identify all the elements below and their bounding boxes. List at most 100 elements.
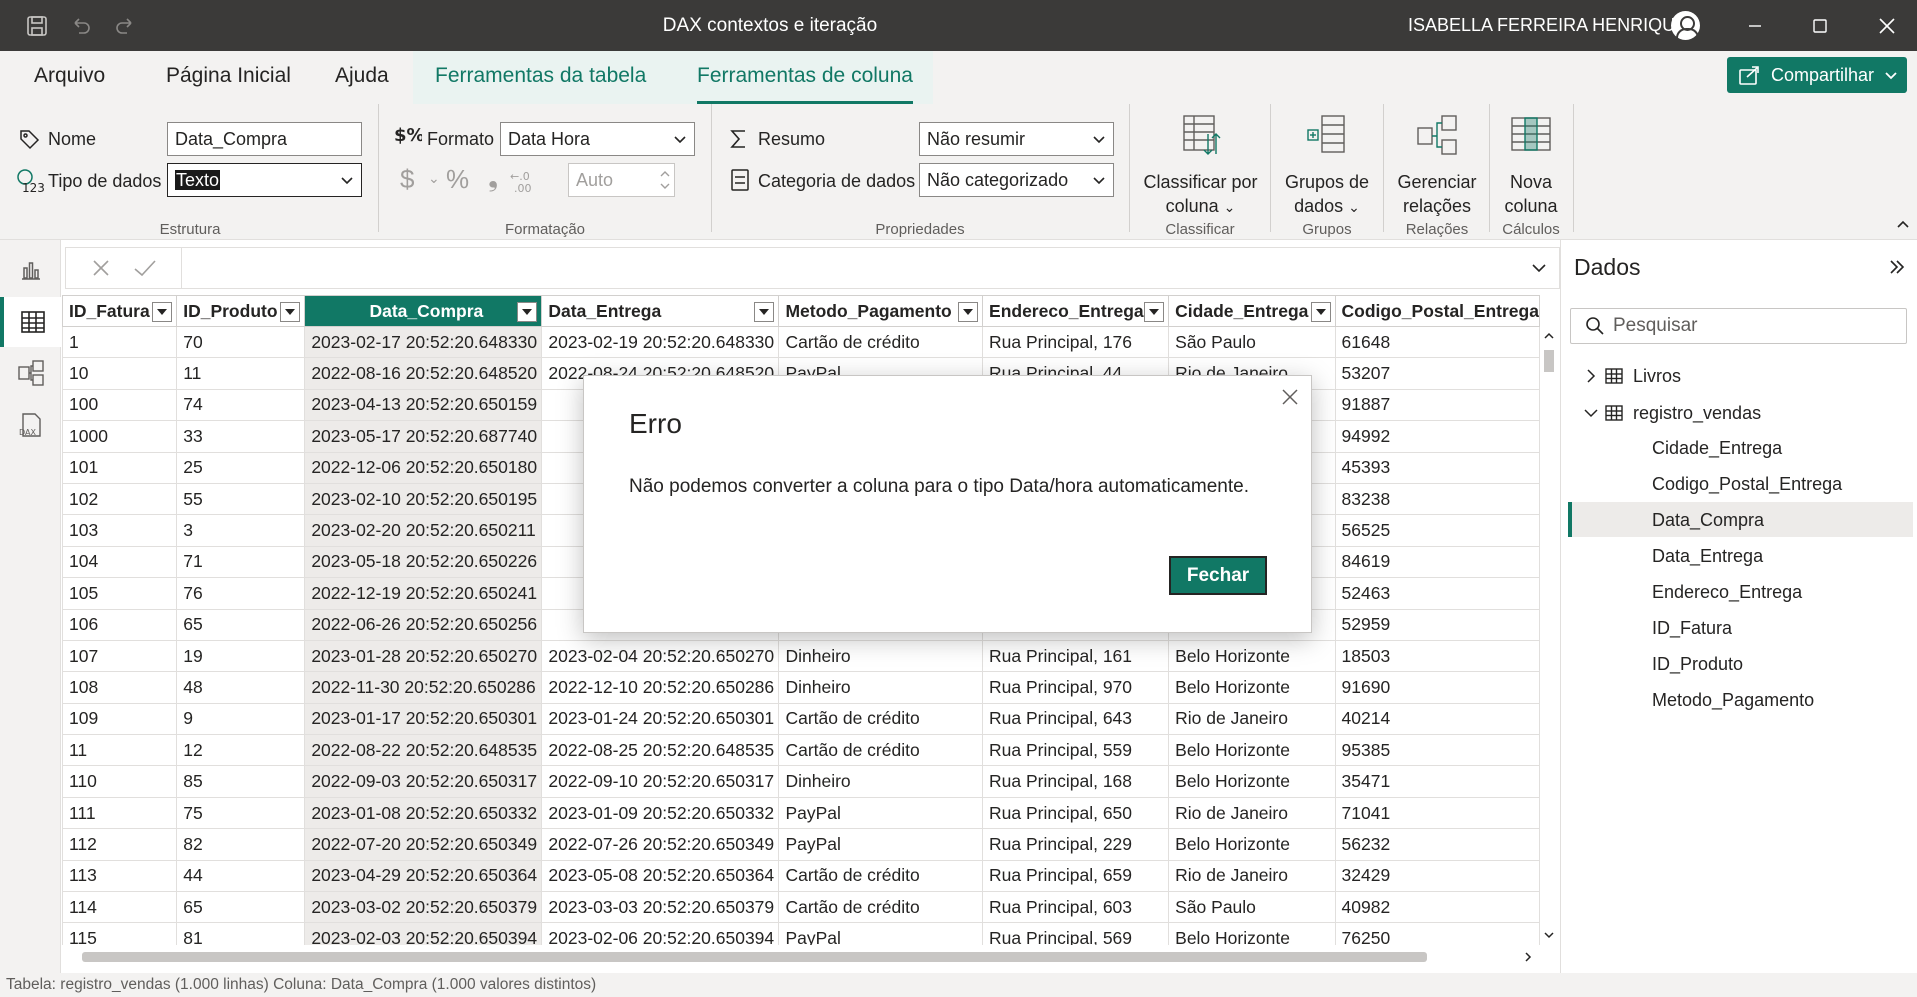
new-column-button[interactable]: Nova coluna	[1494, 112, 1568, 218]
table-cell[interactable]: 2023-02-03 20:52:20.650394	[304, 922, 543, 945]
table-cell[interactable]: 52959	[1334, 608, 1540, 641]
table-cell[interactable]: Belo Horizonte	[1168, 639, 1336, 673]
table-cell[interactable]: 71	[176, 545, 306, 579]
model-view-button[interactable]	[0, 348, 61, 398]
table-cell[interactable]: 70	[176, 325, 306, 359]
report-view-button[interactable]	[0, 245, 61, 295]
table-cell[interactable]: Belo Horizonte	[1168, 734, 1336, 767]
table-cell[interactable]: Rua Principal, 229	[982, 828, 1170, 861]
table-cell[interactable]: 2023-03-02 20:52:20.650379	[304, 891, 543, 924]
table-cell[interactable]: 2023-03-03 20:52:20.650379	[541, 891, 780, 924]
table-cell[interactable]: 56232	[1334, 828, 1540, 861]
format-select[interactable]: Data Hora	[500, 122, 695, 156]
table-cell[interactable]: 2023-02-17 20:52:20.648330	[304, 325, 543, 359]
table-cell[interactable]: 40214	[1334, 702, 1540, 736]
vertical-scrollbar[interactable]	[1540, 326, 1558, 945]
table-row[interactable]: 113 44 2023-04-29 20:52:20.650364 2023-05-0…	[62, 859, 1540, 893]
horizontal-scrollbar[interactable]	[62, 948, 1540, 966]
table-cell[interactable]: 40982	[1334, 891, 1540, 924]
table-cell[interactable]: Cartão de crédito	[778, 859, 984, 893]
data-type-select[interactable]: Texto	[167, 163, 362, 197]
table-cell[interactable]: 2022-07-26 20:52:20.650349	[541, 828, 780, 861]
table-cell[interactable]: 2023-05-08 20:52:20.650364	[541, 859, 780, 893]
share-button[interactable]: Compartilhar	[1727, 57, 1907, 93]
table-cell[interactable]: 111	[62, 796, 178, 830]
table-cell[interactable]: Dinheiro	[778, 671, 984, 704]
table-cell[interactable]: 10	[62, 357, 178, 390]
table-cell[interactable]: 81	[176, 922, 306, 945]
table-cell[interactable]: 91690	[1334, 671, 1540, 704]
table-cell[interactable]: Cartão de crédito	[778, 702, 984, 736]
table-cell[interactable]: 2022-11-30 20:52:20.650286	[304, 671, 543, 704]
table-cell[interactable]: Belo Horizonte	[1168, 828, 1336, 861]
table-cell[interactable]: 3	[176, 514, 306, 547]
table-cell[interactable]: 61648	[1334, 325, 1540, 359]
table-cell[interactable]: Belo Horizonte	[1168, 765, 1336, 798]
sort-by-column-button[interactable]: Classificar por coluna ⌄	[1138, 112, 1263, 219]
tab-ferramentas-tabela[interactable]: Ferramentas da tabela	[435, 51, 646, 104]
table-cell[interactable]: 85	[176, 765, 306, 798]
table-cell[interactable]: 12	[176, 734, 306, 767]
manage-relationships-button[interactable]: Gerenciar relações	[1390, 112, 1484, 218]
table-cell[interactable]: Rua Principal, 650	[982, 796, 1170, 830]
table-cell[interactable]: 2023-02-04 20:52:20.650270	[541, 639, 780, 673]
table-cell[interactable]: PayPal	[778, 828, 984, 861]
table-row[interactable]: 11 12 2022-08-22 20:52:20.648535 2022-08-25…	[62, 734, 1540, 767]
table-cell[interactable]: Cartão de crédito	[778, 891, 984, 924]
table-cell[interactable]: 2023-02-10 20:52:20.650195	[304, 482, 543, 516]
table-cell[interactable]: 2022-12-10 20:52:20.650286	[541, 671, 780, 704]
table-cell[interactable]: 2022-08-16 20:52:20.648520	[304, 357, 543, 390]
table-cell[interactable]: 2022-12-19 20:52:20.650241	[304, 577, 543, 610]
table-cell[interactable]: Cartão de crédito	[778, 325, 984, 359]
table-cell[interactable]: 76250	[1334, 922, 1540, 945]
table-cell[interactable]: 2023-01-28 20:52:20.650270	[304, 639, 543, 673]
table-cell[interactable]: 52463	[1334, 577, 1540, 610]
table-cell[interactable]: 25	[176, 451, 306, 484]
tree-field-cidade-entrega[interactable]: Cidade_Entrega	[1652, 431, 1782, 465]
tab-pagina-inicial[interactable]: Página Inicial	[166, 51, 291, 104]
table-cell[interactable]: São Paulo	[1168, 325, 1336, 359]
column-header[interactable]: Codigo_Postal_Entrega	[1334, 295, 1540, 327]
table-cell[interactable]: 113	[62, 859, 178, 893]
table-cell[interactable]: 65	[176, 608, 306, 641]
table-cell[interactable]: 115	[62, 922, 178, 945]
table-cell[interactable]: 2022-12-06 20:52:20.650180	[304, 451, 543, 484]
table-cell[interactable]: 2023-02-06 20:52:20.650394	[541, 922, 780, 945]
collapse-ribbon-icon[interactable]	[1896, 218, 1910, 230]
table-cell[interactable]: 2023-05-17 20:52:20.687740	[304, 420, 543, 453]
column-filter-button[interactable]	[280, 302, 301, 322]
column-filter-button[interactable]	[1144, 302, 1165, 322]
table-cell[interactable]: Rua Principal, 168	[982, 765, 1170, 798]
table-row[interactable]: 112 82 2022-07-20 20:52:20.650349 2022-07-2…	[62, 828, 1540, 861]
table-cell[interactable]: PayPal	[778, 922, 984, 945]
avatar[interactable]	[1671, 11, 1700, 40]
table-cell[interactable]: 103	[62, 514, 178, 547]
column-filter-button[interactable]	[754, 302, 775, 322]
table-cell[interactable]: 100	[62, 388, 178, 422]
scrollbar-thumb[interactable]	[1544, 350, 1554, 372]
table-cell[interactable]: 104	[62, 545, 178, 579]
table-cell[interactable]: 107	[62, 639, 178, 673]
table-cell[interactable]: Dinheiro	[778, 765, 984, 798]
table-cell[interactable]: 2022-09-03 20:52:20.650317	[304, 765, 543, 798]
table-cell[interactable]: 2023-01-17 20:52:20.650301	[304, 702, 543, 736]
table-cell[interactable]: Rua Principal, 643	[982, 702, 1170, 736]
table-cell[interactable]: 105	[62, 577, 178, 610]
dax-query-view-button[interactable]: DAX	[0, 400, 61, 450]
tab-ajuda[interactable]: Ajuda	[335, 51, 389, 104]
table-cell[interactable]: 56525	[1334, 514, 1540, 547]
table-cell[interactable]: 44	[176, 859, 306, 893]
table-cell[interactable]: 2022-08-25 20:52:20.648535	[541, 734, 780, 767]
table-cell[interactable]: Rua Principal, 603	[982, 891, 1170, 924]
table-cell[interactable]: 48	[176, 671, 306, 704]
table-cell[interactable]: Rua Principal, 559	[982, 734, 1170, 767]
table-cell[interactable]: 84619	[1334, 545, 1540, 579]
table-cell[interactable]: 2023-02-19 20:52:20.648330	[541, 325, 780, 359]
tree-field-codigo-postal-entrega[interactable]: Codigo_Postal_Entrega	[1652, 467, 1842, 501]
column-header[interactable]: Cidade_Entrega	[1168, 295, 1336, 327]
table-row[interactable]: 108 48 2022-11-30 20:52:20.650286 2022-12-1…	[62, 671, 1540, 704]
scroll-right-icon[interactable]	[1522, 951, 1534, 963]
table-cell[interactable]: 2023-04-29 20:52:20.650364	[304, 859, 543, 893]
table-cell[interactable]: Belo Horizonte	[1168, 922, 1336, 945]
column-header[interactable]: ID_Fatura	[62, 295, 178, 327]
